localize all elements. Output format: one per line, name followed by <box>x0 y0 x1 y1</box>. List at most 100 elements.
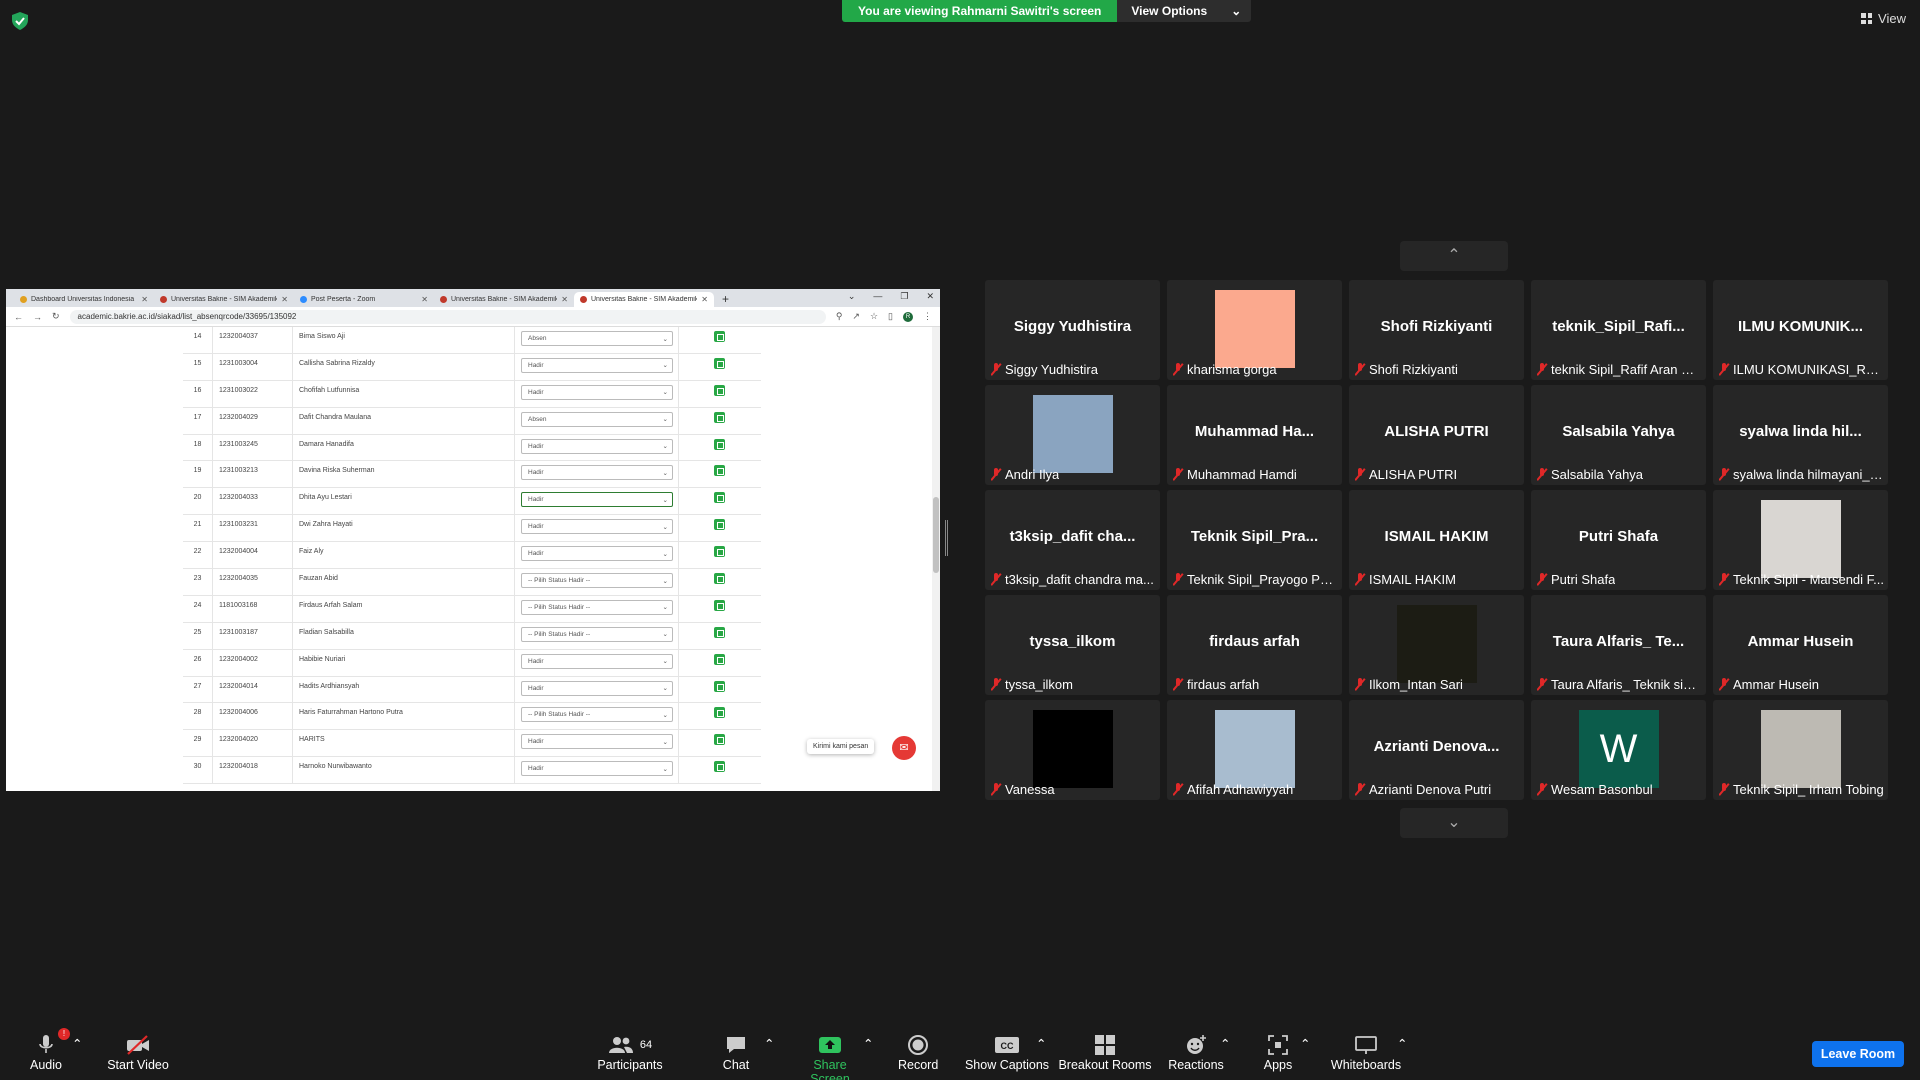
attendance-status-select[interactable]: -- Pilih Status Hadir -- ⌄ <box>521 707 673 723</box>
attendance-status-select[interactable]: Absen ⌄ <box>521 411 673 427</box>
restore-icon[interactable]: ❐ <box>900 291 908 302</box>
profile-avatar[interactable]: R <box>903 311 913 322</box>
start-video-button[interactable]: Start Video <box>106 1032 170 1072</box>
share-screen-button[interactable]: Share Screen <box>792 1032 868 1080</box>
attendance-status-select[interactable]: Hadir ⌄ <box>521 546 673 562</box>
participant-tile[interactable]: t3ksip_dafit cha... t3ksip_dafit chandra … <box>985 490 1160 590</box>
participant-tile[interactable]: tyssa_ilkom tyssa_ilkom <box>985 595 1160 695</box>
participant-tile[interactable]: ILMU KOMUNIK... ILMU KOMUNIKASI_RAH... <box>1713 280 1888 380</box>
audio-options-caret-icon[interactable]: ⌃ <box>72 1036 82 1051</box>
forward-icon[interactable]: → <box>33 312 42 322</box>
participant-tile[interactable]: Azrianti Denova... Azrianti Denova Putri <box>1349 700 1524 800</box>
participant-tile[interactable]: ALISHA PUTRI ALISHA PUTRI <box>1349 385 1524 485</box>
tab-search-icon[interactable]: ⌄ <box>848 291 856 302</box>
tab-close-icon[interactable]: ✕ <box>421 295 428 304</box>
attendance-status-select[interactable]: -- Pilih Status Hadir -- ⌄ <box>521 599 673 615</box>
breakout-rooms-button[interactable]: Breakout Rooms <box>1058 1032 1152 1072</box>
participant-tile[interactable]: Muhammad Ha... Muhammad Hamdi <box>1167 385 1342 485</box>
save-action-icon[interactable] <box>713 357 725 369</box>
attendance-status-select[interactable]: Hadir ⌄ <box>521 465 673 481</box>
apps-options-caret-icon[interactable]: ⌃ <box>1300 1036 1310 1051</box>
attendance-status-select[interactable]: -- Pilih Status Hadir -- ⌄ <box>521 626 673 642</box>
chat-widget-icon[interactable]: ✉ <box>892 736 916 760</box>
participant-tile[interactable]: teknik_Sipil_Rafi... teknik Sipil_Rafif A… <box>1531 280 1706 380</box>
attendance-status-select[interactable]: Hadir ⌄ <box>521 357 673 373</box>
record-button[interactable]: Record <box>898 1032 938 1072</box>
participant-tile[interactable]: Siggy Yudhistira Siggy Yudhistira <box>985 280 1160 380</box>
apps-button[interactable]: Apps <box>1258 1032 1298 1072</box>
participant-tile[interactable]: Ammar Husein Ammar Husein <box>1713 595 1888 695</box>
attendance-status-select[interactable]: Hadir ⌄ <box>521 761 673 777</box>
security-shield-icon[interactable] <box>12 12 28 30</box>
participant-tile[interactable]: Taura Alfaris_ Te... Taura Alfaris_ Tekni… <box>1531 595 1706 695</box>
participant-tile[interactable]: Teknik Sipil_ Irham Tobing <box>1713 700 1888 800</box>
attendance-status-select[interactable]: Hadir ⌄ <box>521 653 673 669</box>
browser-tab[interactable]: Post Peserta - Zoom ✕ <box>294 292 434 307</box>
tab-close-icon[interactable]: ✕ <box>141 295 148 304</box>
participant-tile[interactable]: Andri Ilya <box>985 385 1160 485</box>
browser-tab[interactable]: Universitas Bakrie - SIM Akademik ✕ <box>434 292 574 307</box>
save-action-icon[interactable] <box>713 734 725 746</box>
browser-tab[interactable]: Dashboard Universitas Indonesia ✕ <box>14 292 154 307</box>
save-action-icon[interactable] <box>713 761 725 773</box>
gallery-down-arrow-icon[interactable]: ⌄ <box>1400 808 1508 838</box>
save-action-icon[interactable] <box>713 653 725 665</box>
sidebar-icon[interactable]: ▯ <box>888 311 893 322</box>
gallery-up-arrow-icon[interactable]: ⌃ <box>1400 241 1508 271</box>
participant-tile[interactable]: W Wesam Basonbul <box>1531 700 1706 800</box>
view-options-button[interactable]: View Options ⌄ <box>1117 0 1252 22</box>
participant-tile[interactable]: firdaus arfah firdaus arfah <box>1167 595 1342 695</box>
share-icon[interactable]: ↗ <box>852 311 860 322</box>
participant-tile[interactable]: kharisma gorga <box>1167 280 1342 380</box>
tab-close-icon[interactable]: ✕ <box>701 295 708 304</box>
save-action-icon[interactable] <box>713 573 725 585</box>
view-button[interactable]: View <box>1861 11 1906 26</box>
split-resize-handle[interactable] <box>945 520 948 556</box>
save-action-icon[interactable] <box>713 680 725 692</box>
captions-options-caret-icon[interactable]: ⌃ <box>1036 1036 1046 1051</box>
save-action-icon[interactable] <box>713 626 725 638</box>
audio-button[interactable]: ! Audio <box>28 1028 70 1072</box>
page-scrollbar[interactable] <box>932 327 940 791</box>
leave-room-button[interactable]: Leave Room <box>1812 1041 1904 1067</box>
tab-close-icon[interactable]: ✕ <box>561 295 568 304</box>
share-options-caret-icon[interactable]: ⌃ <box>863 1036 873 1051</box>
whiteboards-options-caret-icon[interactable]: ⌃ <box>1397 1036 1407 1051</box>
save-action-icon[interactable] <box>713 411 725 423</box>
attendance-status-select[interactable]: Hadir ⌄ <box>521 438 673 454</box>
save-action-icon[interactable] <box>713 384 725 396</box>
more-menu-icon[interactable]: ⋮ <box>923 311 932 322</box>
save-action-icon[interactable] <box>713 599 725 611</box>
save-action-icon[interactable] <box>713 438 725 450</box>
browser-tab[interactable]: Universitas Bakrie - SIM Akademik ✕ <box>574 292 714 307</box>
participant-tile[interactable]: ISMAIL HAKIM ISMAIL HAKIM <box>1349 490 1524 590</box>
save-action-icon[interactable] <box>713 707 725 719</box>
participant-tile[interactable]: Teknik Sipil - Marsendi F... <box>1713 490 1888 590</box>
reload-icon[interactable]: ↻ <box>52 311 60 322</box>
participant-tile[interactable]: Shofi Rizkiyanti Shofi Rizkiyanti <box>1349 280 1524 380</box>
new-tab-button[interactable]: + <box>722 292 729 307</box>
save-action-icon[interactable] <box>713 546 725 558</box>
participant-tile[interactable]: Salsabila Yahya Salsabila Yahya <box>1531 385 1706 485</box>
save-action-icon[interactable] <box>713 519 725 531</box>
save-action-icon[interactable] <box>713 465 725 477</box>
whiteboards-button[interactable]: Whiteboards <box>1330 1032 1402 1072</box>
close-icon[interactable]: ✕ <box>926 291 934 302</box>
bookmark-star-icon[interactable]: ☆ <box>870 311 878 322</box>
attendance-status-select[interactable]: Hadir ⌄ <box>521 734 673 750</box>
attendance-status-select[interactable]: Hadir ⌄ <box>521 384 673 400</box>
minimize-icon[interactable]: — <box>873 291 882 302</box>
reactions-button[interactable]: Reactions <box>1166 1032 1226 1072</box>
attendance-status-select[interactable]: Hadir ⌄ <box>521 519 673 535</box>
attendance-status-select[interactable]: Hadir ⌄ <box>521 680 673 696</box>
chat-widget-tooltip[interactable]: Kirimi kami pesan <box>807 739 875 754</box>
participant-tile[interactable]: Afifah Adhawiyyah <box>1167 700 1342 800</box>
participants-button[interactable]: 64 Participants <box>592 1032 668 1072</box>
chat-options-caret-icon[interactable]: ⌃ <box>764 1036 774 1051</box>
participant-tile[interactable]: Putri Shafa Putri Shafa <box>1531 490 1706 590</box>
participant-tile[interactable]: Ilkom_Intan Sari <box>1349 595 1524 695</box>
back-icon[interactable]: ← <box>14 312 23 322</box>
zoom-lens-icon[interactable]: ⚲ <box>836 311 843 322</box>
participant-tile[interactable]: syalwa linda hil... syalwa linda hilmayan… <box>1713 385 1888 485</box>
reactions-options-caret-icon[interactable]: ⌃ <box>1220 1036 1230 1051</box>
